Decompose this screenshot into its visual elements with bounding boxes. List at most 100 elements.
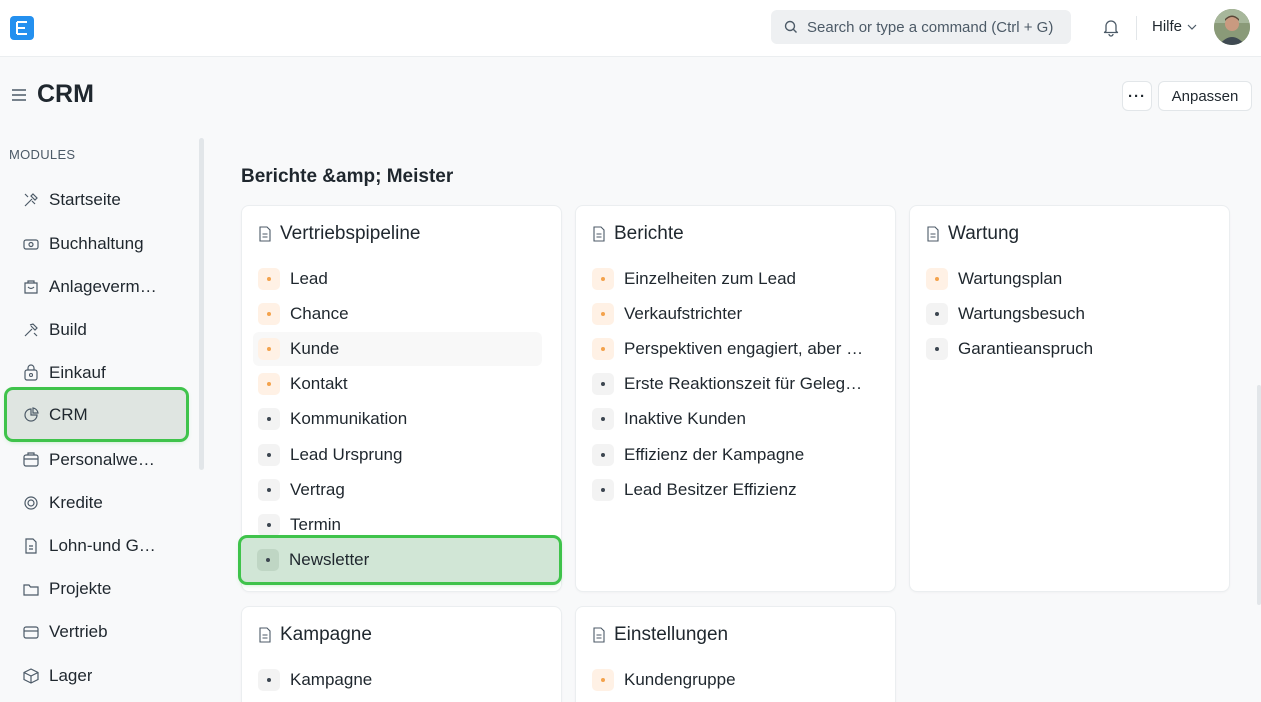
hammer-icon [24,323,38,337]
card-vertriebspipeline: Vertriebspipeline Lead Chance Kunde Kont… [241,205,562,592]
link-label: Termin [290,515,342,534]
payroll-icon [25,538,37,554]
sidebar-item-crm[interactable]: CRM [7,390,186,439]
sidebar-item-buchhaltung[interactable]: Buchhaltung [10,226,190,262]
link-kundengruppe[interactable]: Kundengruppe [587,663,876,697]
link-inaktive-kunden[interactable]: Inaktive Kunden [587,402,876,436]
sidebar-item-kredite[interactable]: Kredite [10,485,190,521]
sidebar-item-personalwesen[interactable]: Personalwesen [10,442,190,478]
sidebar-item-label: Kredite [49,493,103,512]
search-input[interactable] [807,18,1067,36]
card-title: Kampagne [258,624,372,646]
link-newsletter[interactable]: Newsletter [241,538,559,582]
link-label: Lead Besitzer Effizienz [624,480,797,499]
document-icon [593,226,605,242]
card-title: Wartung [926,223,1019,245]
page-scrollbar[interactable] [1257,385,1261,605]
link-lead-ursprung[interactable]: Lead Ursprung [253,438,542,472]
link-label: Erste Reaktionszeit für Gelegenheit [624,374,869,393]
card-wartung: Wartung Wartungsplan Wartungsbesuch Gara… [909,205,1230,592]
link-perspektiven-engagiert[interactable]: Perspektiven engagiert, aber nicht umgew… [587,332,876,366]
sidebar-item-vertrieb[interactable]: Vertrieb [10,614,190,650]
help-dropdown[interactable]: Hilfe [1152,18,1197,35]
link-label: Chance [290,304,349,323]
link-label: Vertrag [290,480,345,499]
link-verkaufstrichter[interactable]: Verkaufstrichter [587,297,876,331]
link-label: Kontakt [290,374,348,393]
avatar-image [1214,9,1250,45]
chevron-down-icon [1187,24,1197,30]
link-label: Kampagne [290,670,373,689]
link-kampagne[interactable]: Kampagne [253,663,542,697]
logo-e-icon [16,21,27,35]
indicator-dot [258,514,280,536]
indicator-dot [926,268,948,290]
sidebar-item-lager[interactable]: Lager [10,658,190,694]
notification-bell-icon[interactable] [1101,17,1121,37]
indicator-dot [592,303,614,325]
card-title-label: Kampagne [280,624,372,645]
sidebar-item-einkauf[interactable]: Einkauf [10,355,190,391]
indicator-dot [926,303,948,325]
link-garantieanspruch[interactable]: Garantieanspruch [921,332,1210,366]
link-label: Kommunikation [290,409,408,428]
money-icon [23,239,39,250]
link-termin[interactable]: Termin [253,508,542,542]
link-effizienz-der-kampagne[interactable]: Effizienz der Kampagne [587,438,876,472]
indicator-dot [592,373,614,395]
sidebar-toggle-icon[interactable] [11,87,27,103]
link-kontakt[interactable]: Kontakt [253,367,542,401]
indicator-dot [592,444,614,466]
indicator-dot [592,669,614,691]
document-icon [259,627,271,643]
link-einzelheiten-zum-lead[interactable]: Einzelheiten zum Lead [587,262,876,296]
card-title-label: Vertriebspipeline [280,223,421,244]
indicator-dot [258,479,280,501]
sidebar-item-lohn-und-gehalt[interactable]: Lohn-und Gehaltsabrechnung [10,528,190,564]
link-erste-reaktionszeit[interactable]: Erste Reaktionszeit für Gelegenheit [587,367,876,401]
link-kommunikation[interactable]: Kommunikation [253,402,542,436]
link-label: Verkaufstrichter [624,304,743,323]
link-label: Lead Ursprung [290,445,403,464]
search-bar[interactable] [771,10,1071,44]
link-vertrag[interactable]: Vertrag [253,473,542,507]
indicator-dot [592,338,614,360]
app-logo[interactable] [10,16,34,40]
user-avatar[interactable] [1214,9,1250,45]
indicator-dot [258,669,280,691]
sidebar-item-projekte[interactable]: Projekte [10,571,190,607]
link-wartungsplan[interactable]: Wartungsplan [921,262,1210,296]
link-lead-besitzer-effizienz[interactable]: Lead Besitzer Effizienz [587,473,876,507]
link-wartungsbesuch[interactable]: Wartungsbesuch [921,297,1210,331]
link-kunde[interactable]: Kunde [253,332,542,366]
customize-button[interactable]: Anpassen [1158,81,1252,111]
more-actions-button[interactable]: ··· [1122,81,1152,111]
sidebar-item-label: Build [49,320,87,339]
asset-icon [24,280,38,294]
indicator-dot [926,338,948,360]
sidebar-item-label: Startseite [49,190,121,209]
card-title: Vertriebspipeline [258,223,420,245]
link-label: Perspektiven engagiert, aber nicht umgew… [624,339,869,358]
link-label: Wartungsbesuch [958,304,1085,323]
section-title: Berichte &amp; Meister [241,166,454,187]
indicator-dot [592,408,614,430]
sidebar-scrollbar[interactable] [199,138,204,470]
navbar: Hilfe [0,0,1261,57]
navbar-divider [1136,16,1137,40]
link-chance[interactable]: Chance [253,297,542,331]
indicator-dot [592,479,614,501]
box-icon [23,668,39,684]
indicator-dot [258,408,280,430]
shopping-bag-icon [24,364,38,381]
tools-icon [24,193,38,207]
card-title: Berichte [592,223,684,245]
document-icon [927,226,939,242]
sidebar-item-startseite[interactable]: Startseite [10,182,190,218]
page-title: CRM [37,80,94,108]
sidebar-item-anlagevermoegen[interactable]: Anlagevermögen [10,269,190,305]
sidebar-item-build[interactable]: Build [10,312,190,348]
sidebar-item-label: Buchhaltung [49,234,144,253]
link-lead[interactable]: Lead [253,262,542,296]
sidebar-item-label: Lohn-und Gehaltsabrechnung [49,536,161,555]
